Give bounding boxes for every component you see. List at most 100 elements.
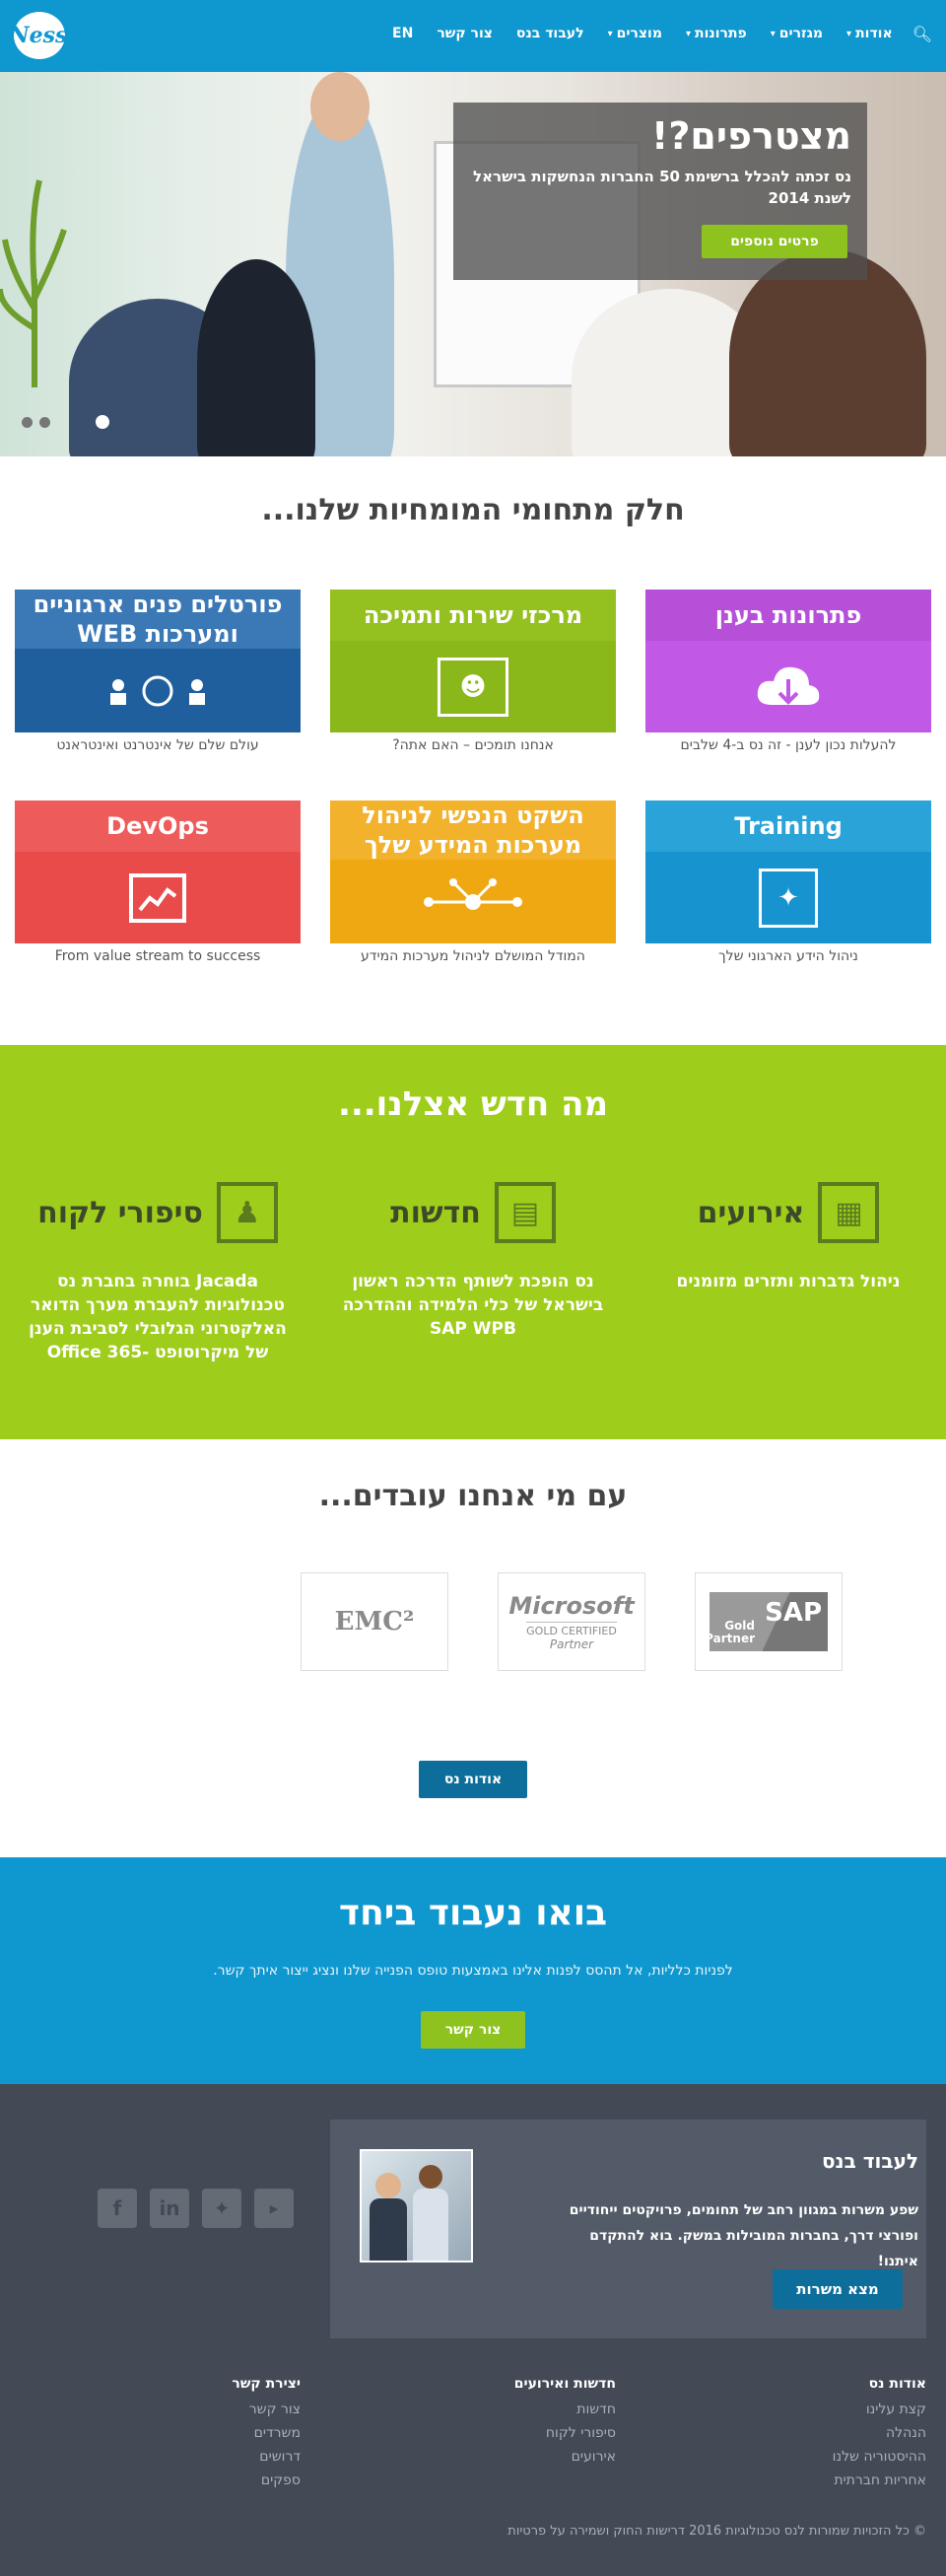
- card-title: DevOps: [15, 801, 301, 852]
- nav-label: EN: [392, 26, 414, 41]
- calendar-icon: ▦: [818, 1182, 880, 1243]
- ness-logo[interactable]: Ness: [10, 12, 67, 59]
- client-story-icon: ♟: [216, 1182, 278, 1243]
- youtube-icon[interactable]: ▶: [254, 2189, 294, 2228]
- footer-col-title: יצירת קשר: [232, 2376, 301, 2392]
- cloud-upload-icon: [757, 666, 820, 705]
- footer-col-news: חדשות ואירועים חדשות סיפורי לקוח אירועים: [399, 2376, 616, 2469]
- footer-link[interactable]: אחריות חברתית: [710, 2469, 926, 2492]
- news-col-text: Jacada בוחרה בחברת נס טכנולוגיות להעברת …: [29, 1272, 287, 1362]
- card-it-management[interactable]: השקט הנפשי לניהול מערכות המידע שלך: [330, 801, 616, 943]
- card-body: ☻: [330, 641, 616, 732]
- card-body: [15, 649, 301, 732]
- footer-link[interactable]: הנהלה: [710, 2421, 926, 2445]
- chevron-down-icon: ▾: [770, 28, 776, 39]
- emc-logo-text: EMC²: [334, 1607, 415, 1636]
- slider-dot[interactable]: [22, 417, 33, 428]
- card-caption: אנחנו תומכים – האם אתה?: [392, 737, 554, 753]
- card-title: Training: [645, 801, 931, 852]
- footer-link[interactable]: ההיסטוריה שלנו: [710, 2445, 926, 2469]
- card-title: השקט הנפשי לניהול מערכות המידע שלך: [330, 801, 616, 860]
- main-nav: 🔍︎ אודות ▾ מגזרים ▾ פתרונות ▾ מוצרים ▾ לעבוד…: [380, 22, 946, 45]
- about-ness-button[interactable]: אודות נס: [419, 1761, 527, 1798]
- linkedin-icon[interactable]: in: [150, 2189, 189, 2228]
- nav-item-solutions[interactable]: פתרונות ▾: [674, 26, 759, 41]
- footer-link[interactable]: חדשות: [399, 2398, 616, 2421]
- card-cloud-solutions[interactable]: פתרונות בענן: [645, 590, 931, 732]
- footer-col-contact: יצירת קשר צור קשר משרדים דרושים ספקים: [84, 2376, 301, 2492]
- card-body: [330, 860, 616, 943]
- news-col-news[interactable]: ▤ חדשות נס הופכת לשותף הדרכה ראשון בישראל…: [330, 1173, 616, 1341]
- footer-link[interactable]: דרושים: [84, 2445, 301, 2469]
- chevron-down-icon: ▾: [607, 28, 613, 39]
- logo-text: Ness: [9, 23, 68, 48]
- find-jobs-button[interactable]: מצא משרות: [773, 2269, 903, 2309]
- slider-dot-active[interactable]: [96, 415, 109, 429]
- footer-link[interactable]: קצת עלינו: [710, 2398, 926, 2421]
- footer-link[interactable]: אירועים: [399, 2445, 616, 2469]
- card-caption: עולם שלם של אינטרנט ואינטראנט: [56, 737, 259, 753]
- plant-image: [0, 179, 67, 387]
- nav-label: לעבוד בנס: [515, 26, 584, 41]
- card-training[interactable]: Training ✦: [645, 801, 931, 943]
- hero-caption-box: מצטרפים?! נס זכתה להכלל ברשימת 50 החברות…: [453, 103, 867, 280]
- nav-item-about[interactable]: אודות ▾: [835, 26, 905, 41]
- nav-item-english[interactable]: EN: [380, 26, 425, 41]
- sap-logo-mark: SAP Gold Partner: [705, 1592, 828, 1651]
- cta-text: לפניות כלליות, אל תהסס לפנות אלינו באמצע…: [213, 1963, 733, 1979]
- expertise-title: חלק מתחומי המומחיות שלנו...: [261, 493, 685, 527]
- facebook-icon[interactable]: f: [98, 2189, 137, 2228]
- footer-link[interactable]: ספקים: [84, 2469, 301, 2492]
- nav-item-products[interactable]: מוצרים ▾: [596, 26, 674, 41]
- emc-logo: EMC²: [301, 1572, 448, 1671]
- nav-item-careers[interactable]: לעבוד בנס: [505, 26, 596, 41]
- footer-col-title: אודות נס: [868, 2376, 926, 2392]
- nav-item-sectors[interactable]: מגזרים ▾: [759, 26, 835, 41]
- network-users-icon: [110, 675, 205, 706]
- news-col-events[interactable]: ▦ אירועים ניהול גדברות ותזרים מזומנים: [645, 1173, 931, 1293]
- card-body: [645, 641, 931, 732]
- footer-col-title: חדשות ואירועים: [513, 2376, 616, 2392]
- news-col-title: אירועים: [697, 1195, 805, 1230]
- search-icon[interactable]: 🔍︎: [905, 25, 946, 43]
- hero-title: מצטרפים?!: [650, 114, 851, 158]
- card-devops[interactable]: DevOps: [15, 801, 301, 943]
- slider-dot[interactable]: [39, 417, 50, 428]
- footer-link[interactable]: סיפורי לקוח: [399, 2421, 616, 2445]
- hub-nodes-icon: [424, 877, 522, 910]
- news-col-title: סיפורי לקוח: [37, 1195, 203, 1230]
- presentation-icon: ✦: [759, 868, 818, 928]
- audience-image: [197, 259, 315, 456]
- card-caption: להעלות נכון לענן - זה נס ב-4 שלבים: [680, 737, 897, 753]
- more-details-button[interactable]: פרטים נוספים: [702, 225, 847, 258]
- presenter-head: [310, 72, 370, 141]
- card-service-centers[interactable]: מרכזי שירות ותמיכה ☻: [330, 590, 616, 732]
- nav-label: פתרונות: [695, 26, 747, 41]
- microsoft-logo-partner: Partner: [549, 1637, 594, 1651]
- contact-button[interactable]: צור קשר: [421, 2011, 525, 2049]
- partners-title: עם מי אנחנו עובדים...: [318, 1479, 628, 1513]
- nav-label: מוצרים: [616, 26, 662, 41]
- card-title: פתרונות בענן: [645, 590, 931, 641]
- card-portals-web[interactable]: פורטלים פנים ארגוניים ומערכות WEB: [15, 590, 301, 732]
- whats-new-title: מה חדש אצלנו...: [337, 1084, 609, 1124]
- copyright-text: © כל הזכויות שמורות לנס טכנולוגיות 2016 …: [507, 2524, 926, 2539]
- sap-logo: SAP Gold Partner: [695, 1572, 843, 1671]
- twitter-icon[interactable]: ✦: [202, 2189, 241, 2228]
- card-body: [15, 852, 301, 943]
- microsoft-logo-sub: GOLD CERTIFIED: [526, 1622, 617, 1637]
- nav-item-contact[interactable]: צור קשר: [425, 26, 505, 41]
- footer-col-about: אודות נס קצת עלינו הנהלה ההיסטוריה שלנו …: [710, 2376, 926, 2492]
- nav-label: צור קשר: [437, 26, 493, 41]
- news-col-client-stories[interactable]: ♟ סיפורי לקוח Jacada בוחרה בחברת נס טכנול…: [15, 1173, 301, 1364]
- chevron-down-icon: ▾: [846, 28, 852, 39]
- footer-link[interactable]: צור קשר: [84, 2398, 301, 2421]
- newspaper-icon: ▤: [494, 1182, 556, 1243]
- support-agent-icon: ☻: [438, 657, 508, 717]
- career-text: שפע משרות במגוון רחב של תחומים, פרויקטים…: [569, 2202, 918, 2269]
- nav-label: מגזרים: [778, 26, 824, 41]
- hero-text: נס זכתה להכלל ברשימת 50 החברות הנחשקות ב…: [473, 168, 851, 207]
- footer-link[interactable]: משרדים: [84, 2421, 301, 2445]
- nav-label: אודות: [855, 26, 893, 41]
- card-body: ✦: [645, 852, 931, 943]
